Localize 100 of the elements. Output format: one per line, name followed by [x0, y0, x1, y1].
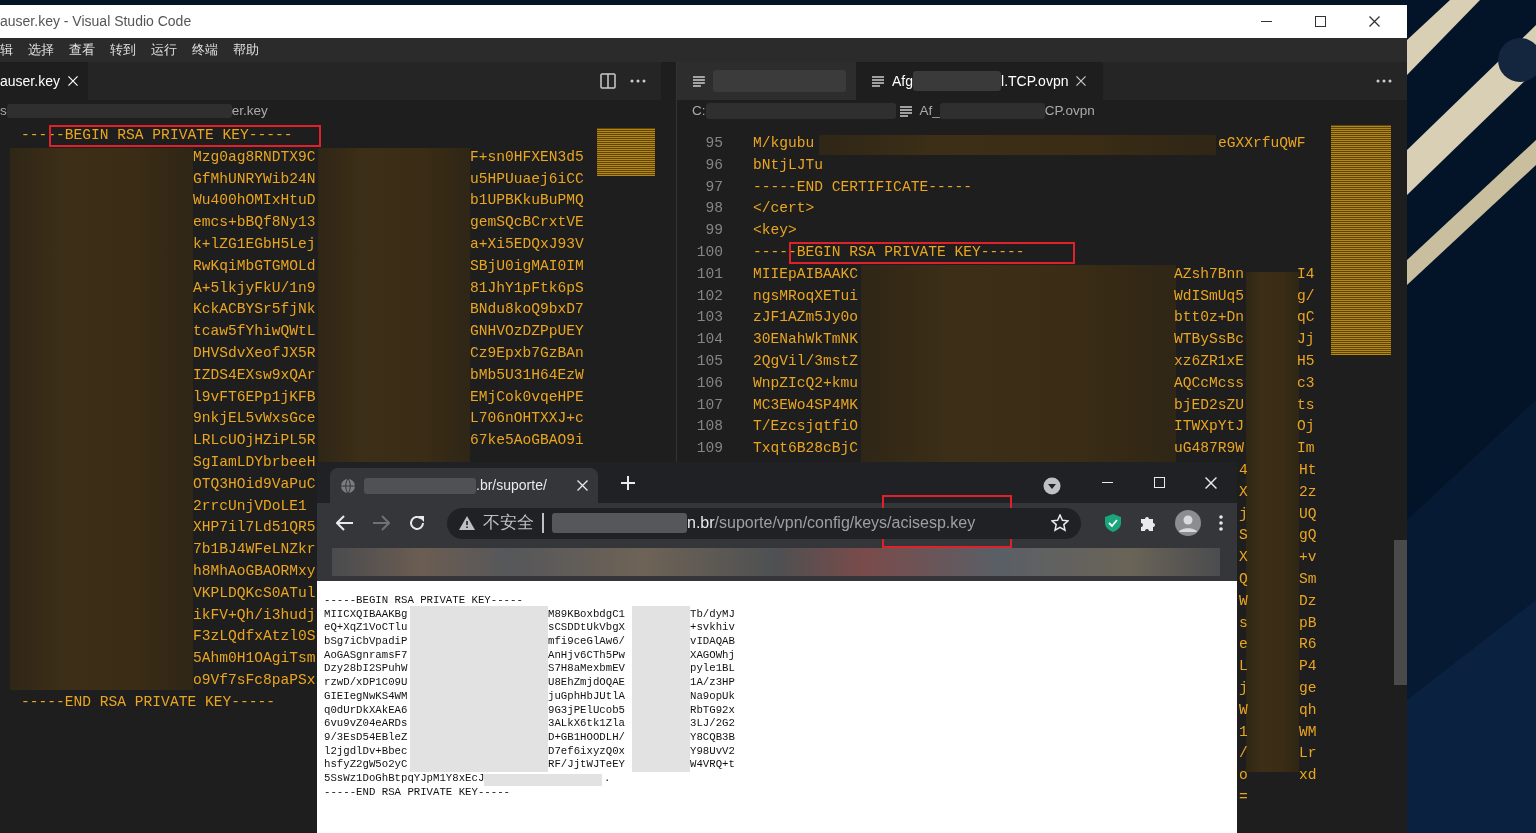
browser-tab[interactable]: .br/suporte/ — [330, 468, 598, 503]
code-text: o9Vf7sFc8paPSx — [193, 670, 316, 690]
breadcrumb-item[interactable]: C: — [692, 100, 706, 122]
code-text: e — [1239, 635, 1248, 655]
code-text: uG487R9W — [1174, 439, 1245, 459]
close-icon — [1205, 476, 1217, 489]
minimap — [597, 128, 655, 176]
code-text: GfMhUNRYWib24N — [193, 169, 316, 189]
code-text: = — [1239, 787, 1248, 807]
breadcrumb-item[interactable]: Af_ — [919, 100, 940, 122]
code-text: ikFV+Qh/i3hudj — [193, 605, 316, 625]
breadcrumb-item[interactable]: s — [0, 100, 7, 122]
extensions-icon[interactable] — [1139, 514, 1157, 532]
code-text: 9/3EsD54EBleZ — [324, 730, 408, 743]
menu-icon[interactable] — [1219, 515, 1223, 531]
menu-item[interactable]: 查看 — [69, 40, 95, 60]
code-text: 7b1BJ4WFeLNZkr — [193, 540, 316, 560]
code-text: 1A/z3HP — [690, 676, 735, 690]
address-bar[interactable]: 不安全 n.br/suporte/vpn/config/keys/acisesp.key — [447, 507, 1081, 539]
code-text: 2rrcUnjVDoLE1 — [193, 496, 307, 516]
menu-item[interactable]: 终端 — [192, 40, 218, 60]
code-text: 9G3jPElUcob5 — [548, 703, 625, 716]
code-text: MIIEpAIBAAKC — [753, 264, 859, 284]
code-text: I4 — [1297, 264, 1315, 284]
reload-icon — [408, 514, 426, 532]
code-text: Lr — [1299, 744, 1317, 764]
line-number: 106 — [695, 373, 723, 393]
code-text: A+5lkjyFkU/1n9 — [193, 278, 316, 298]
code-text: bjED2sZU — [1174, 395, 1245, 415]
code-text: Dz — [1299, 591, 1317, 611]
security-label: 不安全 — [483, 512, 534, 535]
code-text: MIICXQIBAAKBg — [324, 607, 408, 620]
code-text: pB — [1299, 613, 1317, 633]
code-text: j — [1239, 504, 1248, 524]
code-text: Ht — [1299, 460, 1317, 480]
avatar-icon[interactable] — [1175, 510, 1201, 536]
line-number: 99 — [704, 221, 723, 241]
file-icon — [899, 105, 912, 117]
code-text: rzwD/xDP1C09U — [324, 676, 408, 689]
code-text: L — [1239, 657, 1248, 677]
code-text: 67ke5AoGBAO9i — [470, 431, 584, 451]
code-text: s — [1239, 613, 1248, 633]
code-text: qh — [1299, 700, 1317, 720]
code-text: a+Xi5EDQxJ93V — [470, 235, 584, 254]
breadcrumb-item[interactable]: CP.ovpn — [1044, 100, 1095, 122]
code-text: RwKqiMbGTGMOLd — [193, 256, 316, 276]
file-icon — [872, 75, 884, 87]
editor-tab[interactable]: auser.key — [0, 62, 88, 100]
menu-item[interactable]: 运行 — [151, 40, 177, 60]
code-text: UQ — [1299, 504, 1317, 524]
tab-search-button[interactable] — [1043, 477, 1061, 495]
close-button[interactable] — [577, 480, 588, 491]
code-text: eGXXrfuQWF — [1218, 134, 1306, 153]
code-text: q0dUrDkXAkEA6 — [324, 703, 408, 716]
code-text: sCSDDtUkVbgX — [548, 621, 625, 634]
plus-icon — [620, 475, 636, 491]
forward-arrow-icon — [372, 515, 390, 531]
code-text: KckACBYSr5fjNk — [193, 300, 316, 320]
code-text: <key> — [753, 221, 797, 241]
code-text: DHVSdvXeofJX5R — [193, 343, 316, 363]
code-text: -----END RSA PRIVATE KEY----- — [21, 692, 275, 712]
line-number: 103 — [695, 308, 723, 328]
code-text: xd — [1299, 766, 1317, 786]
line-number: 97 — [704, 177, 723, 197]
code-text: k+lZG1EGbH5Lej — [193, 235, 316, 254]
code-text: AQCcMcss — [1174, 373, 1245, 393]
code-text: U8EhZmjdOQAE — [548, 676, 625, 689]
code-text: VKPLDQKcS0ATul — [193, 583, 316, 603]
menu-item[interactable]: 帮助 — [233, 40, 259, 60]
code-text: Wu400hOMIxHtuD — [193, 191, 316, 211]
code-text: +svkhiv — [690, 621, 735, 636]
code-text: 3LJ/2G2 — [690, 717, 735, 731]
editor-tab[interactable]: Afg l.TCP.ovpn — [856, 62, 1103, 100]
line-number: 105 — [695, 351, 723, 371]
code-text: SgIamLDYbrbeeH — [193, 452, 316, 472]
code-text: zJF1AZm5Jy0o — [753, 308, 859, 328]
close-icon[interactable] — [1076, 76, 1087, 86]
code-text: h8MhAoGBAORMxy — [193, 561, 316, 581]
code-text: M89KBoxbdgC1 — [548, 607, 625, 620]
menu-item[interactable]: 转到 — [110, 40, 136, 60]
divider-mark — [542, 513, 544, 533]
code-text: D7ef6ixyzQ0x — [548, 744, 625, 757]
code-text: GIEIegNwKS4WM — [324, 689, 408, 702]
code-text: Y98UvV2 — [690, 744, 735, 759]
code-text: Na9opUk — [690, 689, 735, 704]
maximize-icon — [1314, 16, 1326, 27]
code-text: vIDAQAB — [690, 635, 735, 649]
code-text: gemSQcBCrxtVE — [470, 213, 584, 233]
code-text: Tb/dyMJ — [690, 607, 735, 622]
menu-item[interactable]: 选择 — [28, 40, 54, 60]
code-text: WdISmUq5 — [1174, 286, 1245, 306]
line-number: 96 — [704, 155, 723, 175]
code-text: / — [1239, 744, 1248, 764]
shield-icon[interactable] — [1105, 514, 1121, 532]
breadcrumb-item[interactable]: er.key — [231, 100, 268, 122]
code-text: D+GB1HOODLH/ — [548, 730, 625, 743]
code-text: pyle1BL — [690, 662, 735, 677]
bookmark-star-icon[interactable] — [1051, 514, 1069, 532]
code-text: T/EzcsjqtfiO — [753, 417, 859, 437]
menu-item[interactable]: 辑 — [0, 40, 13, 60]
